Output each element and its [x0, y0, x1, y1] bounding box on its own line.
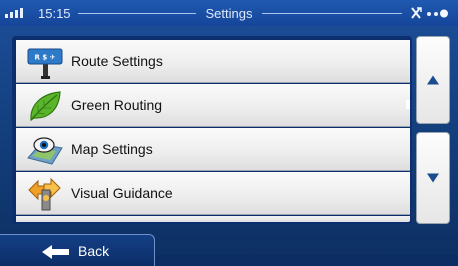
menu-item-green-routing[interactable]: Green Routing [16, 84, 410, 127]
menu-item-label: Visual Guidance [71, 185, 173, 201]
status-bar: 15:15 Settings [0, 0, 458, 26]
bottom-bar [155, 254, 458, 266]
menu-item-label: Green Routing [71, 97, 163, 113]
back-button[interactable]: Back [0, 234, 155, 266]
menu-item-map-settings[interactable]: Map Settings [16, 128, 410, 171]
scroll-up-button[interactable] [416, 36, 450, 124]
scroll-position-indicator [406, 100, 410, 109]
route-sign-text: R $ ✈ [35, 54, 56, 62]
green-leaf-icon [30, 91, 61, 122]
back-arrow-icon [42, 245, 69, 259]
menu-item-visual-guidance[interactable]: Visual Guidance [16, 172, 410, 215]
menu-item-label: Map Settings [71, 141, 153, 157]
route-settings-icon: R $ ✈ [27, 48, 63, 79]
menu-item-partial [16, 216, 410, 222]
gps-status-icon [411, 7, 448, 19]
menu-item-route-settings[interactable]: R $ ✈ Route Settings [16, 40, 410, 83]
scroll-down-button[interactable] [416, 132, 450, 224]
arrow-down-icon [427, 173, 439, 183]
back-button-label: Back [78, 243, 110, 259]
settings-list[interactable]: R $ ✈ Route Settings Green Routing Map S… [12, 36, 412, 224]
visual-guidance-icon [28, 177, 61, 211]
menu-item-label: Route Settings [71, 53, 163, 69]
map-settings-icon [27, 137, 63, 165]
arrow-up-icon [427, 75, 439, 85]
status-divider-right [262, 13, 402, 14]
settings-screen: 15:15 Settings R $ ✈ Route Settings Gree… [0, 0, 458, 266]
